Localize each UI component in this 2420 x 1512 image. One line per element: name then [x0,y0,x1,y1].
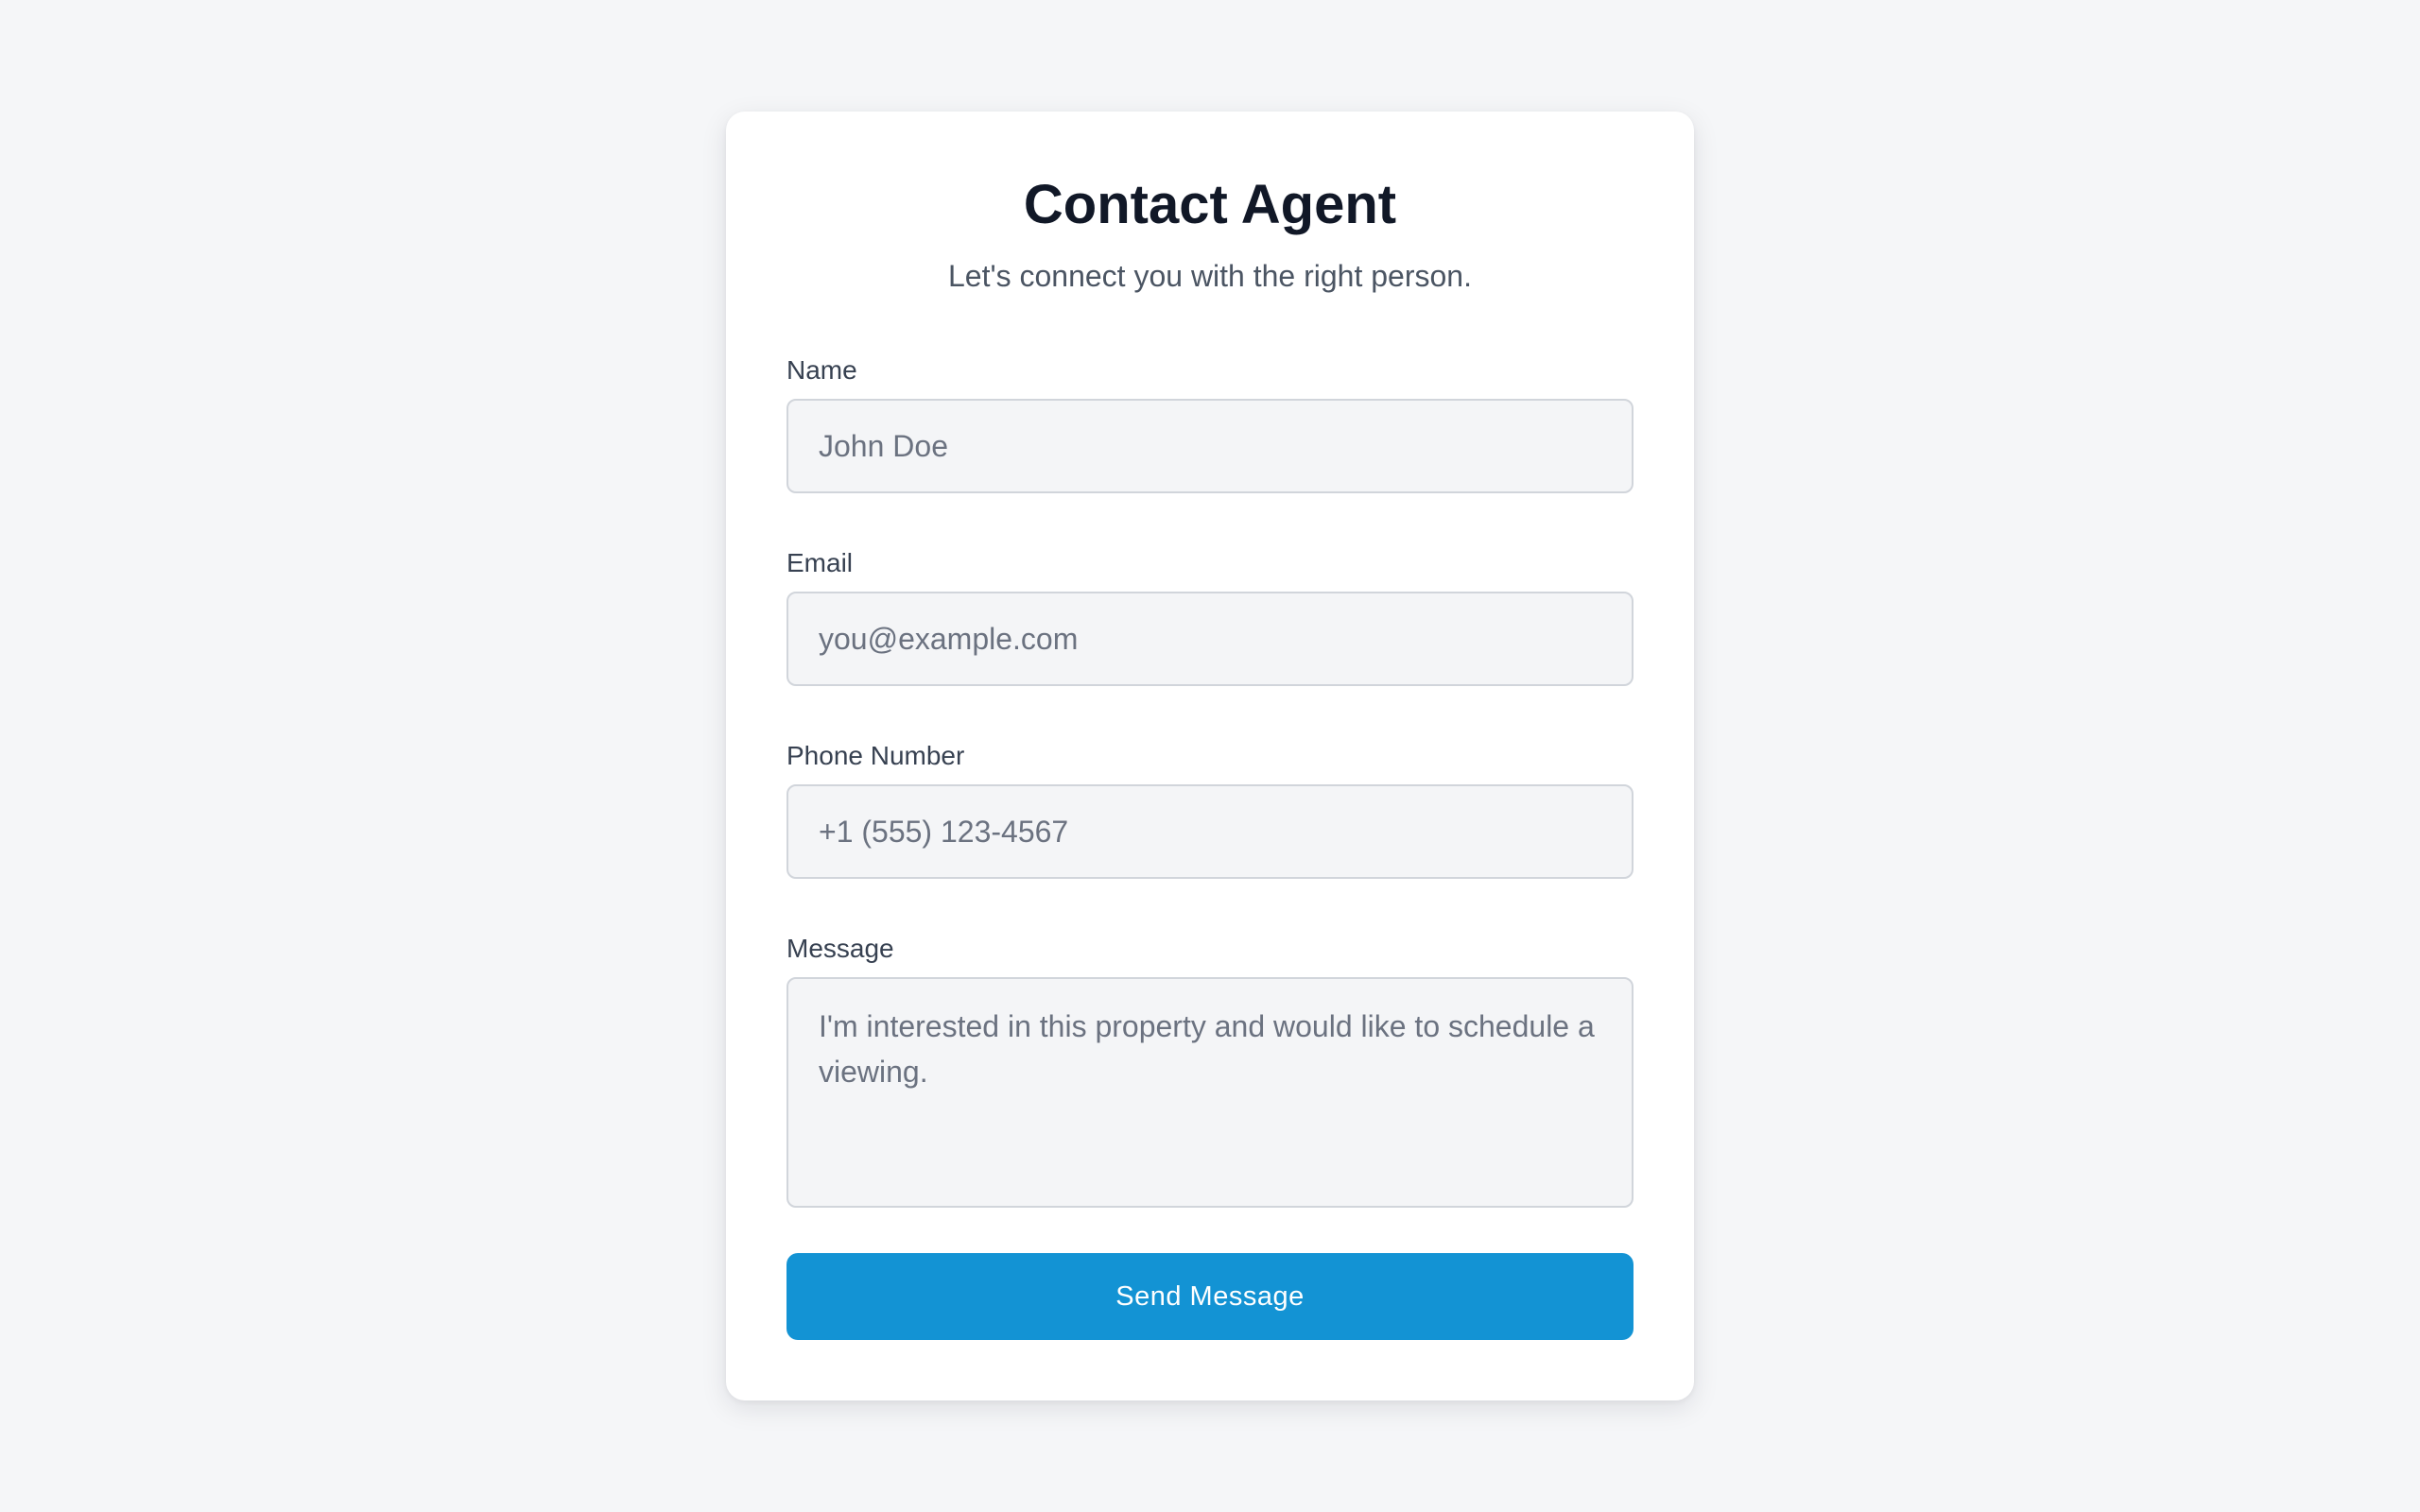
phone-label: Phone Number [786,741,965,770]
email-label: Email [786,548,854,577]
form-title: Contact Agent [1023,174,1397,235]
email-input[interactable] [786,592,1634,686]
phone-input[interactable] [786,784,1634,879]
send-message-button[interactable]: Send Message [786,1253,1634,1340]
message-textarea[interactable] [786,977,1634,1208]
name-input[interactable] [786,399,1634,493]
name-label: Name [786,355,857,385]
form-subtitle: Let's connect you with the right person. [948,259,1472,293]
message-label: Message [786,934,894,963]
contact-form-card: Contact Agent Let's connect you with the… [726,112,1694,1400]
